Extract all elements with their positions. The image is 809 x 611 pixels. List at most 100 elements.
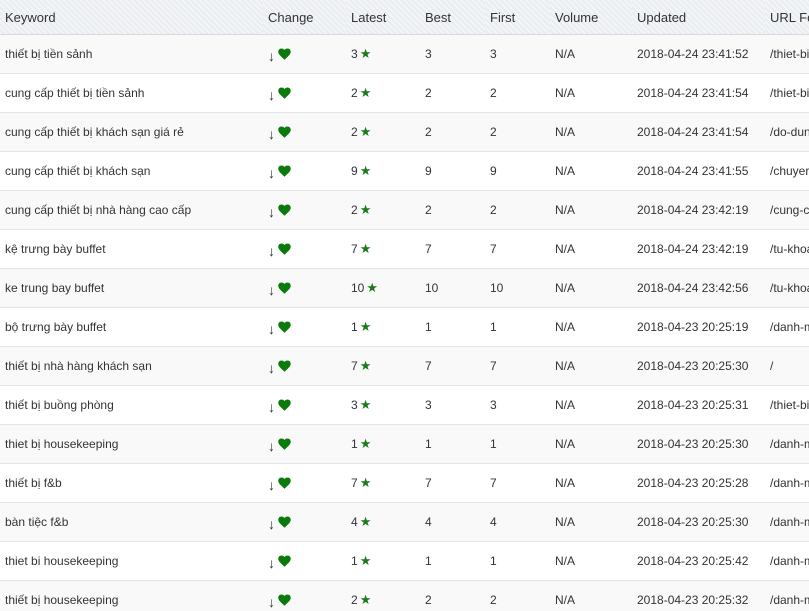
first-cell: 2 — [485, 112, 550, 152]
star-icon: ★ — [359, 358, 372, 373]
heart-icon — [278, 282, 291, 294]
url-cell: /do-dun — [765, 112, 809, 152]
updated-timestamp: 2018-04-24 23:42:56 — [637, 281, 749, 295]
table-row: bộ trưng bày buffet ↓ 1 ★ 1 1 N/A 2018-04… — [0, 307, 809, 347]
url-link[interactable]: /cung-c — [770, 203, 809, 217]
column-header-first[interactable]: First — [485, 0, 550, 35]
first-rank: 3 — [490, 47, 497, 61]
table-row: thiet bi housekeeping ↓ 1 ★ 1 1 N/A 2018-… — [0, 541, 809, 581]
volume-value: N/A — [555, 242, 576, 256]
first-rank: 9 — [490, 164, 497, 178]
url-link[interactable]: /danh-m — [770, 320, 809, 334]
first-rank: 1 — [490, 554, 497, 568]
volume-value: N/A — [555, 515, 576, 529]
updated-timestamp: 2018-04-24 23:42:19 — [637, 242, 749, 256]
best-cell: 1 — [420, 307, 485, 347]
url-link[interactable]: / — [770, 359, 773, 373]
updated-cell: 2018-04-24 23:41:54 — [632, 73, 765, 113]
heart-icon — [278, 165, 291, 177]
updated-timestamp: 2018-04-23 20:25:32 — [637, 593, 749, 607]
column-header-change[interactable]: Change — [263, 0, 346, 35]
star-icon: ★ — [359, 319, 372, 334]
updated-cell: 2018-04-23 20:25:19 — [632, 307, 765, 347]
down-arrow-icon: ↓ — [268, 282, 275, 298]
url-link[interactable]: /danh-m — [770, 476, 809, 490]
first-cell: 3 — [485, 34, 550, 74]
down-arrow-icon: ↓ — [268, 360, 275, 376]
keyword-text: bộ trưng bày buffet — [5, 320, 107, 334]
url-link[interactable]: /tu-khoa — [770, 242, 809, 256]
heart-icon — [278, 48, 291, 60]
volume-value: N/A — [555, 164, 576, 178]
url-link[interactable]: /danh-m — [770, 593, 809, 607]
column-header-updated[interactable]: Updated — [632, 0, 765, 35]
change-cell: ↓ — [263, 424, 346, 464]
volume-value: N/A — [555, 554, 576, 568]
url-cell: /thiet-bi — [765, 385, 809, 425]
column-header-keyword[interactable]: Keyword — [0, 0, 263, 35]
down-arrow-icon: ↓ — [268, 516, 275, 532]
first-cell: 2 — [485, 190, 550, 230]
url-link[interactable]: /do-dun — [770, 125, 809, 139]
latest-cell: 4 ★ — [346, 502, 420, 542]
latest-rank: 7 — [351, 476, 358, 490]
star-icon: ★ — [359, 436, 372, 451]
star-icon: ★ — [359, 241, 372, 256]
url-link[interactable]: /thiet-bi — [770, 86, 809, 100]
heart-icon — [278, 594, 291, 606]
best-cell: 2 — [420, 112, 485, 152]
column-header-volume[interactable]: Volume — [550, 0, 632, 35]
updated-timestamp: 2018-04-24 23:41:54 — [637, 125, 749, 139]
keyword-cell: thiết bị housekeeping — [0, 580, 263, 611]
updated-cell: 2018-04-24 23:42:56 — [632, 268, 765, 308]
volume-value: N/A — [555, 359, 576, 373]
url-cell: /danh-m — [765, 463, 809, 503]
latest-cell: 2 ★ — [346, 580, 420, 611]
updated-timestamp: 2018-04-23 20:25:31 — [637, 398, 749, 412]
change-cell: ↓ — [263, 229, 346, 269]
keyword-text: thiết bị f&b — [5, 476, 62, 490]
best-cell: 7 — [420, 463, 485, 503]
change-cell: ↓ — [263, 112, 346, 152]
best-cell: 2 — [420, 580, 485, 611]
first-cell: 2 — [485, 580, 550, 611]
best-cell: 4 — [420, 502, 485, 542]
volume-cell: N/A — [550, 385, 632, 425]
url-link[interactable]: /tu-khoa — [770, 281, 809, 295]
url-link[interactable]: /thiet-bi — [770, 47, 809, 61]
latest-cell: 7 ★ — [346, 229, 420, 269]
column-header-best[interactable]: Best — [420, 0, 485, 35]
volume-cell: N/A — [550, 112, 632, 152]
down-arrow-icon: ↓ — [268, 555, 275, 571]
change-cell: ↓ — [263, 307, 346, 347]
latest-cell: 1 ★ — [346, 541, 420, 581]
volume-cell: N/A — [550, 73, 632, 113]
best-cell: 2 — [420, 190, 485, 230]
star-icon: ★ — [359, 553, 372, 568]
volume-value: N/A — [555, 320, 576, 334]
url-link[interactable]: /chuyer — [770, 164, 809, 178]
updated-cell: 2018-04-24 23:41:55 — [632, 151, 765, 191]
keyword-text: thiết bị tiền sảnh — [5, 47, 93, 61]
updated-cell: 2018-04-24 23:41:52 — [632, 34, 765, 74]
url-link[interactable]: /danh-m — [770, 515, 809, 529]
table-row: ke trung bay buffet ↓ 10 ★ 10 10 N/A 2018… — [0, 268, 809, 308]
updated-cell: 2018-04-23 20:25:42 — [632, 541, 765, 581]
down-arrow-icon: ↓ — [268, 165, 275, 181]
url-link[interactable]: /danh-m — [770, 554, 809, 568]
keyword-cell: cung cấp thiết bị tiền sảnh — [0, 73, 263, 113]
column-header-url[interactable]: URL Fo — [765, 0, 809, 35]
first-rank: 3 — [490, 398, 497, 412]
column-header-latest[interactable]: Latest — [346, 0, 420, 35]
url-link[interactable]: /danh-m — [770, 437, 809, 451]
best-cell: 10 — [420, 268, 485, 308]
volume-cell: N/A — [550, 307, 632, 347]
url-link[interactable]: /thiet-bi — [770, 398, 809, 412]
volume-value: N/A — [555, 437, 576, 451]
updated-cell: 2018-04-23 20:25:30 — [632, 424, 765, 464]
updated-timestamp: 2018-04-24 23:41:52 — [637, 47, 749, 61]
heart-icon — [278, 87, 291, 99]
updated-timestamp: 2018-04-23 20:25:42 — [637, 554, 749, 568]
latest-cell: 2 ★ — [346, 112, 420, 152]
down-arrow-icon: ↓ — [268, 48, 275, 64]
